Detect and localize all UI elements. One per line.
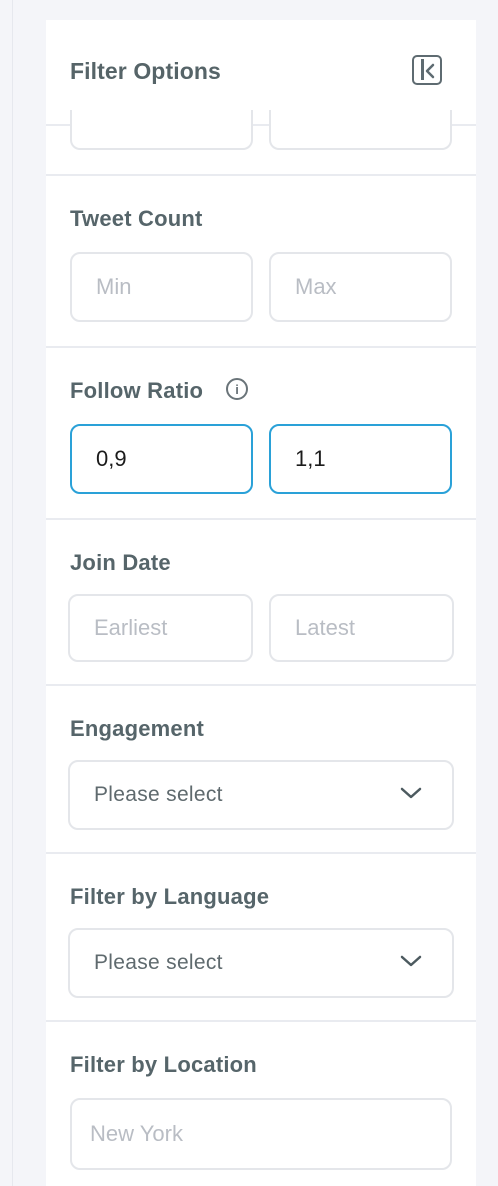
tweet-count-label: Tweet Count — [70, 206, 203, 231]
divider — [46, 852, 476, 854]
join-date-earliest-input[interactable]: Earliest — [68, 594, 253, 662]
divider — [46, 174, 476, 176]
language-select[interactable]: Please select — [68, 928, 454, 998]
divider — [46, 1020, 476, 1022]
language-selected-value: Please select — [94, 951, 223, 974]
scrolled-field-right[interactable] — [269, 110, 452, 150]
engagement-label: Engagement — [70, 716, 205, 741]
left-border — [0, 0, 13, 1186]
divider — [46, 346, 476, 348]
filter-options-panel: Filter Options Tweet Count Min Max Follo… — [46, 20, 476, 1186]
engagement-selected-value: Please select — [94, 783, 223, 806]
join-date-latest-input[interactable]: Latest — [269, 594, 454, 662]
location-input[interactable]: New York — [70, 1098, 452, 1170]
chevron-down-icon — [400, 955, 422, 967]
info-icon-glyph: i — [235, 382, 239, 397]
chevron-left-icon — [425, 63, 435, 79]
language-label: Filter by Language — [70, 884, 270, 909]
collapse-sidebar-button[interactable] — [412, 55, 442, 85]
follow-ratio-label: Follow Ratio — [70, 378, 204, 403]
location-label: Filter by Location — [70, 1052, 257, 1077]
follow-ratio-min-input[interactable]: 0,9 — [70, 424, 253, 494]
divider — [46, 684, 476, 686]
info-icon[interactable]: i — [226, 378, 248, 400]
scrolled-field-left[interactable] — [70, 110, 253, 150]
chevron-down-icon — [400, 787, 422, 799]
tweet-count-max-input[interactable]: Max — [269, 252, 452, 322]
panel-title: Filter Options — [70, 58, 221, 84]
follow-ratio-max-input[interactable]: 1,1 — [269, 424, 452, 494]
tweet-count-min-input[interactable]: Min — [70, 252, 253, 322]
engagement-select[interactable]: Please select — [68, 760, 454, 830]
join-date-label: Join Date — [70, 550, 171, 575]
divider — [46, 518, 476, 520]
